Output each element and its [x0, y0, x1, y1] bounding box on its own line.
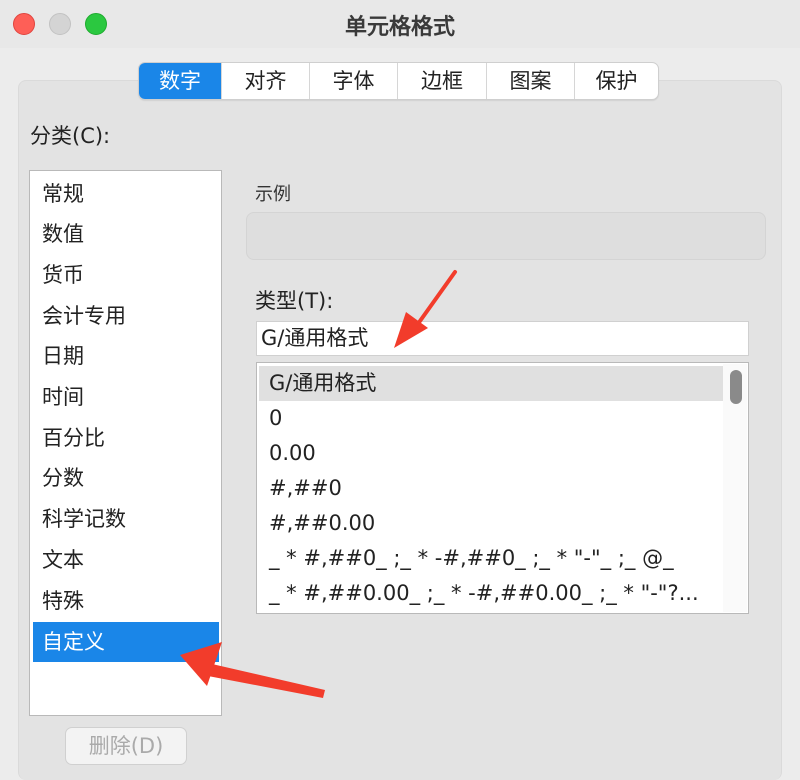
format-item[interactable]: _ * #,##0.00_ ;_ * -#,##0.00_ ;_ * "-"?.…: [259, 576, 724, 611]
category-item-custom[interactable]: 自定义: [33, 622, 219, 662]
category-label: 分类(C):: [30, 124, 111, 148]
category-item-number[interactable]: 数值: [33, 214, 219, 254]
delete-button[interactable]: 删除(D): [65, 727, 187, 765]
title-bar: 单元格格式: [0, 0, 800, 48]
sample-preview: [246, 212, 766, 260]
category-item-accounting[interactable]: 会计专用: [33, 296, 219, 336]
category-item-currency[interactable]: 货币: [33, 255, 219, 295]
format-item[interactable]: 0: [259, 401, 724, 436]
format-list[interactable]: G/通用格式 0 0.00 #,##0 #,##0.00 _ * #,##0_ …: [256, 362, 749, 614]
category-item-text[interactable]: 文本: [33, 540, 219, 580]
format-list-scrollbar[interactable]: [723, 364, 747, 612]
window-title: 单元格格式: [344, 15, 455, 40]
category-list[interactable]: 常规 数值 货币 会计专用 日期 时间 百分比 分数 科学记数 文本 特殊 自定…: [29, 170, 222, 716]
type-input[interactable]: G/通用格式: [256, 321, 749, 356]
category-item-time[interactable]: 时间: [33, 377, 219, 417]
tab-font[interactable]: 字体: [310, 63, 398, 99]
tab-border[interactable]: 边框: [398, 63, 487, 99]
tab-protection[interactable]: 保护: [575, 63, 658, 99]
sample-label: 示例: [255, 184, 291, 205]
category-item-percentage[interactable]: 百分比: [33, 418, 219, 458]
tab-bar: 数字 对齐 字体 边框 图案 保护: [138, 62, 659, 100]
format-item[interactable]: _ * #,##0_ ;_ * -#,##0_ ;_ * "-"_ ;_ @_: [259, 541, 724, 576]
tab-pattern[interactable]: 图案: [487, 63, 575, 99]
category-item-date[interactable]: 日期: [33, 336, 219, 376]
format-item[interactable]: 0.00: [259, 436, 724, 471]
format-item[interactable]: G/通用格式: [259, 366, 724, 401]
scrollbar-thumb[interactable]: [730, 370, 742, 404]
category-item-special[interactable]: 特殊: [33, 581, 219, 621]
category-item-fraction[interactable]: 分数: [33, 458, 219, 498]
category-item-general[interactable]: 常规: [33, 174, 219, 214]
type-label: 类型(T):: [255, 289, 334, 313]
category-item-scientific[interactable]: 科学记数: [33, 499, 219, 539]
format-item[interactable]: #,##0: [259, 471, 724, 506]
tab-number[interactable]: 数字: [139, 63, 222, 99]
tab-alignment[interactable]: 对齐: [222, 63, 310, 99]
format-item[interactable]: #,##0.00: [259, 506, 724, 541]
